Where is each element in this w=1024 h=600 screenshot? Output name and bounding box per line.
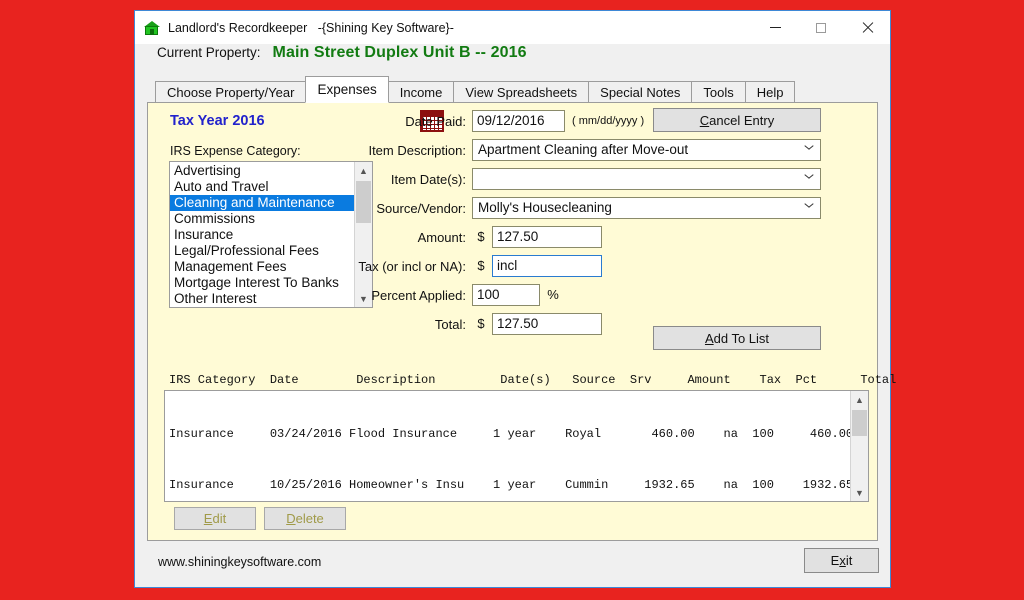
source-vendor-value: Molly's Housecleaning bbox=[478, 200, 612, 215]
title-bar: Landlord's Recordkeeper -{Shining Key So… bbox=[135, 11, 890, 44]
total-currency-symbol: $ bbox=[472, 313, 490, 335]
tab-tools[interactable]: Tools bbox=[691, 81, 746, 102]
delete-label: elete bbox=[295, 511, 324, 526]
grid-column-headers: IRS Category Date Description Date(s) So… bbox=[169, 373, 897, 387]
current-property-label: Current Property: bbox=[157, 45, 261, 60]
item-description-combobox[interactable]: Apartment Cleaning after Move-out bbox=[472, 139, 821, 161]
amount-label: Amount: bbox=[417, 230, 466, 245]
house-icon bbox=[144, 20, 160, 36]
chevron-down-icon[interactable] bbox=[804, 145, 813, 154]
maximize-icon bbox=[816, 22, 826, 33]
tab-choose-property-year[interactable]: Choose Property/Year bbox=[155, 81, 307, 102]
tab-help[interactable]: Help bbox=[744, 81, 796, 102]
list-item[interactable]: Advertising bbox=[170, 163, 354, 179]
item-dates-label: Item Date(s): bbox=[390, 172, 466, 187]
current-property-value: Main Street Duplex Unit B -- 2016 bbox=[272, 44, 527, 61]
delete-button[interactable]: Delete bbox=[264, 507, 346, 530]
table-row[interactable]: Insurance 03/24/2016 Flood Insurance 1 y… bbox=[169, 426, 850, 443]
edit-button[interactable]: Edit bbox=[174, 507, 256, 530]
date-format-hint: ( mm/dd/yyyy ) bbox=[572, 115, 645, 127]
category-list: Advertising Auto and Travel Cleaning and… bbox=[170, 162, 354, 307]
footer: www.shiningkeysoftware.com Ex it bbox=[135, 541, 890, 587]
tab-bar: Choose Property/Year Expenses Income Vie… bbox=[135, 76, 890, 103]
add-to-list-button[interactable]: Add To List bbox=[653, 326, 821, 350]
chevron-down-icon[interactable]: ▼ bbox=[851, 484, 868, 501]
table-row[interactable]: Insurance 10/25/2016 Homeowner's Insu 1 … bbox=[169, 477, 850, 494]
percent-symbol: % bbox=[545, 284, 561, 306]
exit-label-prefix: E bbox=[830, 553, 840, 568]
cancel-entry-button[interactable]: Cancel Entry bbox=[653, 108, 821, 132]
cancel-entry-accel: C bbox=[699, 112, 710, 128]
tax-label: Tax (or incl or NA): bbox=[358, 259, 466, 274]
website-url: www.shiningkeysoftware.com bbox=[158, 555, 322, 569]
list-item-selected[interactable]: Cleaning and Maintenance bbox=[170, 195, 354, 211]
source-vendor-combobox[interactable]: Molly's Housecleaning bbox=[472, 197, 821, 219]
minimize-button[interactable] bbox=[752, 11, 798, 44]
maximize-button[interactable] bbox=[798, 11, 844, 44]
total-input[interactable]: 127.50 bbox=[492, 313, 602, 335]
grid-scrollbar[interactable]: ▲ ▼ bbox=[850, 391, 868, 501]
list-item[interactable]: Commissions bbox=[170, 211, 354, 227]
app-window: Landlord's Recordkeeper -{Shining Key So… bbox=[134, 10, 897, 588]
amount-currency-symbol: $ bbox=[472, 226, 490, 248]
tab-expenses[interactable]: Expenses bbox=[305, 76, 389, 103]
current-property-row: Current Property: Main Street Duplex Uni… bbox=[135, 44, 890, 77]
source-vendor-label: Source/Vendor: bbox=[376, 201, 466, 216]
minimize-icon bbox=[769, 27, 781, 28]
date-paid-label: Date Paid: bbox=[405, 114, 466, 129]
expenses-panel: Tax Year 2016 IRS Expense Category: Adve… bbox=[147, 102, 897, 541]
scrollbar-thumb[interactable] bbox=[852, 410, 867, 436]
close-icon bbox=[861, 22, 873, 34]
tax-input[interactable]: incl bbox=[492, 255, 602, 277]
close-button[interactable] bbox=[844, 11, 890, 44]
list-item[interactable]: Mortgage Interest To Banks bbox=[170, 275, 354, 291]
list-item[interactable]: Insurance bbox=[170, 227, 354, 243]
percent-applied-label: Percent Applied: bbox=[371, 288, 466, 303]
chevron-up-icon[interactable]: ▲ bbox=[851, 391, 868, 408]
expense-entries-grid[interactable]: Insurance 03/24/2016 Flood Insurance 1 y… bbox=[164, 390, 869, 502]
window-controls bbox=[752, 11, 890, 44]
window-title: Landlord's Recordkeeper -{Shining Key So… bbox=[168, 20, 454, 35]
tax-year-heading: Tax Year 2016 bbox=[170, 113, 265, 129]
irs-expense-category-label: IRS Expense Category: bbox=[170, 144, 301, 158]
percent-applied-input[interactable]: 100 bbox=[472, 284, 540, 306]
item-dates-combobox[interactable] bbox=[472, 168, 821, 190]
chevron-down-icon[interactable] bbox=[804, 203, 813, 212]
exit-button[interactable]: Ex it bbox=[804, 548, 879, 573]
item-description-value: Apartment Cleaning after Move-out bbox=[478, 142, 689, 157]
add-to-list-label: dd To List bbox=[713, 330, 770, 346]
tab-view-spreadsheets[interactable]: View Spreadsheets bbox=[453, 81, 590, 102]
list-item[interactable]: Legal/Professional Fees bbox=[170, 243, 354, 259]
add-to-list-accel: A bbox=[704, 330, 714, 346]
edit-label: dit bbox=[212, 511, 227, 526]
tab-income[interactable]: Income bbox=[387, 81, 455, 102]
grid-rows: Insurance 03/24/2016 Flood Insurance 1 y… bbox=[165, 391, 850, 501]
delete-accel: D bbox=[286, 511, 296, 526]
list-item[interactable]: Auto and Travel bbox=[170, 179, 354, 195]
exit-label-suffix: it bbox=[845, 553, 853, 568]
cancel-entry-label: ancel Entry bbox=[709, 112, 775, 128]
tax-currency-symbol: $ bbox=[472, 255, 490, 277]
total-label: Total: bbox=[434, 317, 466, 332]
edit-accel: E bbox=[203, 511, 213, 526]
chevron-down-icon[interactable] bbox=[804, 174, 813, 183]
list-item[interactable]: Other Interest bbox=[170, 291, 354, 307]
date-paid-input[interactable]: 09/12/2016 bbox=[472, 110, 565, 132]
item-description-label: Item Description: bbox=[368, 143, 466, 158]
amount-input[interactable]: 127.50 bbox=[492, 226, 602, 248]
tab-special-notes[interactable]: Special Notes bbox=[588, 81, 693, 102]
